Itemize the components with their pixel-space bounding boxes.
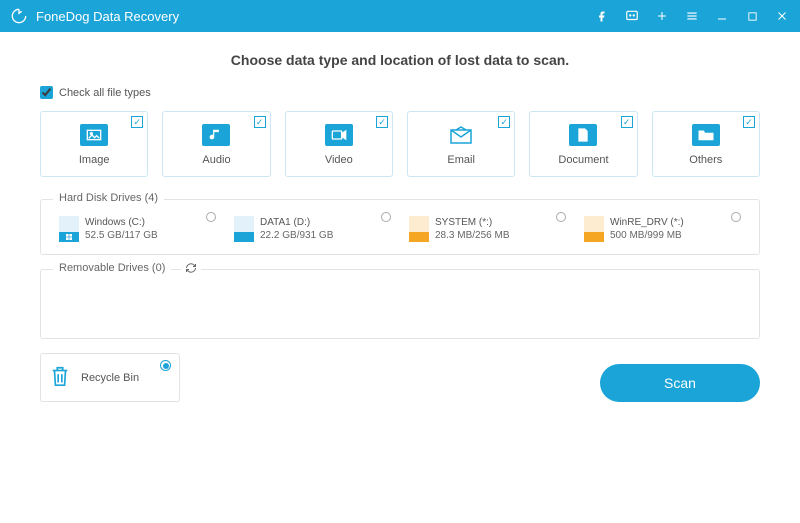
close-icon[interactable] bbox=[774, 8, 790, 24]
recycle-bin-card[interactable]: Recycle Bin bbox=[40, 353, 180, 402]
titlebar-left: FoneDog Data Recovery bbox=[10, 7, 179, 25]
check-all-label: Check all file types bbox=[59, 87, 151, 99]
type-card-document[interactable]: ✓ Document bbox=[529, 111, 637, 177]
page-heading: Choose data type and location of lost da… bbox=[40, 52, 760, 68]
drive-size: 22.2 GB/931 GB bbox=[260, 229, 333, 242]
drive-icon bbox=[409, 216, 429, 242]
type-label: Audio bbox=[167, 154, 265, 166]
plus-icon[interactable] bbox=[654, 8, 670, 24]
type-card-others[interactable]: ✓ Others bbox=[652, 111, 760, 177]
bottom-row: Recycle Bin Scan bbox=[40, 353, 760, 402]
email-icon bbox=[447, 124, 475, 146]
removable-section-title: Removable Drives (0) bbox=[53, 262, 171, 274]
check-all-checkbox[interactable] bbox=[40, 86, 53, 99]
drive-name: WinRE_DRV (*:) bbox=[610, 216, 684, 229]
drive-radio[interactable] bbox=[206, 212, 216, 222]
video-icon bbox=[325, 124, 353, 146]
titlebar-controls bbox=[594, 8, 790, 24]
app-title: FoneDog Data Recovery bbox=[36, 9, 179, 24]
drive-info: WinRE_DRV (*:) 500 MB/999 MB bbox=[610, 216, 684, 242]
removable-section: Removable Drives (0) bbox=[40, 269, 760, 339]
maximize-icon[interactable] bbox=[744, 8, 760, 24]
image-icon bbox=[80, 124, 108, 146]
type-card-audio[interactable]: ✓ Audio bbox=[162, 111, 270, 177]
drive-icon bbox=[234, 216, 254, 242]
removable-empty bbox=[55, 286, 745, 326]
drive-icon bbox=[584, 216, 604, 242]
file-type-grid: ✓ Image ✓ Audio ✓ Video ✓ Email ✓ Docume… bbox=[40, 111, 760, 177]
hdd-section-title: Hard Disk Drives (4) bbox=[53, 192, 164, 204]
drive-info: SYSTEM (*:) 28.3 MB/256 MB bbox=[435, 216, 509, 242]
type-label: Video bbox=[290, 154, 388, 166]
recycle-label: Recycle Bin bbox=[81, 372, 139, 384]
checkmark-icon: ✓ bbox=[498, 116, 510, 128]
audio-icon bbox=[202, 124, 230, 146]
type-label: Document bbox=[534, 154, 632, 166]
drive-item[interactable]: WinRE_DRV (*:) 500 MB/999 MB bbox=[580, 216, 745, 242]
drive-radio[interactable] bbox=[381, 212, 391, 222]
document-icon bbox=[569, 124, 597, 146]
drive-item[interactable]: Windows (C:) 52.5 GB/117 GB bbox=[55, 216, 220, 242]
drive-item[interactable]: SYSTEM (*:) 28.3 MB/256 MB bbox=[405, 216, 570, 242]
titlebar: FoneDog Data Recovery bbox=[0, 0, 800, 32]
drive-item[interactable]: DATA1 (D:) 22.2 GB/931 GB bbox=[230, 216, 395, 242]
drive-size: 28.3 MB/256 MB bbox=[435, 229, 509, 242]
drive-info: DATA1 (D:) 22.2 GB/931 GB bbox=[260, 216, 333, 242]
checkmark-icon: ✓ bbox=[743, 116, 755, 128]
drive-info: Windows (C:) 52.5 GB/117 GB bbox=[85, 216, 158, 242]
drive-name: SYSTEM (*:) bbox=[435, 216, 509, 229]
drive-name: Windows (C:) bbox=[85, 216, 158, 229]
drive-name: DATA1 (D:) bbox=[260, 216, 333, 229]
app-logo-icon bbox=[10, 7, 28, 25]
check-all-row[interactable]: Check all file types bbox=[40, 86, 760, 99]
trash-icon bbox=[49, 364, 71, 391]
minimize-icon[interactable] bbox=[714, 8, 730, 24]
checkmark-icon: ✓ bbox=[254, 116, 266, 128]
checkmark-icon: ✓ bbox=[621, 116, 633, 128]
feedback-icon[interactable] bbox=[624, 8, 640, 24]
hdd-section: Hard Disk Drives (4) Windows (C:) 52.5 G… bbox=[40, 199, 760, 255]
type-card-video[interactable]: ✓ Video bbox=[285, 111, 393, 177]
drive-radio[interactable] bbox=[731, 212, 741, 222]
recycle-radio-selected[interactable] bbox=[160, 360, 171, 371]
drive-icon bbox=[59, 216, 79, 242]
type-label: Image bbox=[45, 154, 143, 166]
main-content: Choose data type and location of lost da… bbox=[0, 32, 800, 412]
drive-size: 52.5 GB/117 GB bbox=[85, 229, 158, 242]
refresh-icon[interactable] bbox=[181, 262, 201, 277]
type-card-image[interactable]: ✓ Image bbox=[40, 111, 148, 177]
checkmark-icon: ✓ bbox=[131, 116, 143, 128]
type-label: Email bbox=[412, 154, 510, 166]
type-label: Others bbox=[657, 154, 755, 166]
scan-button[interactable]: Scan bbox=[600, 364, 760, 402]
menu-icon[interactable] bbox=[684, 8, 700, 24]
type-card-email[interactable]: ✓ Email bbox=[407, 111, 515, 177]
checkmark-icon: ✓ bbox=[376, 116, 388, 128]
drive-size: 500 MB/999 MB bbox=[610, 229, 684, 242]
drive-radio[interactable] bbox=[556, 212, 566, 222]
hdd-drive-list: Windows (C:) 52.5 GB/117 GB DATA1 (D:) 2… bbox=[55, 216, 745, 242]
folder-icon bbox=[692, 124, 720, 146]
facebook-icon[interactable] bbox=[594, 8, 610, 24]
